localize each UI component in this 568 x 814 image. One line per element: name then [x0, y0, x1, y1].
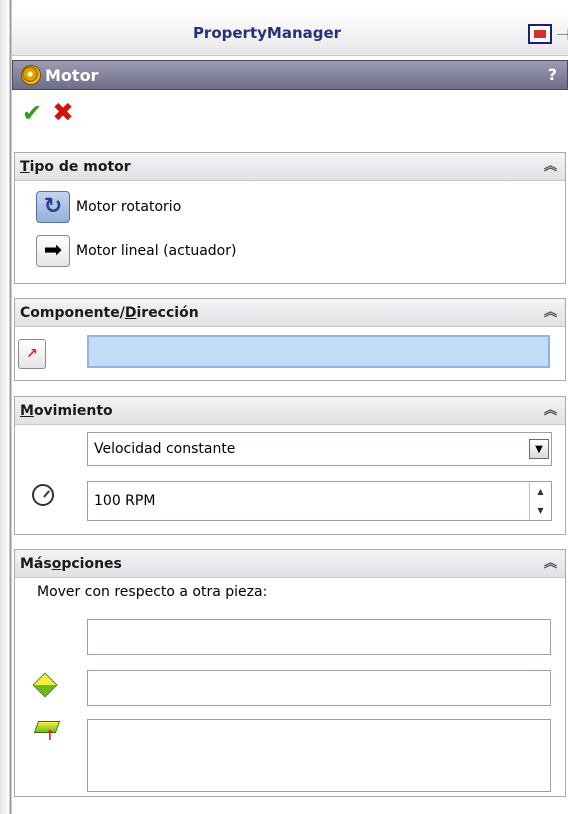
expand-panel-icon[interactable]: [528, 24, 552, 44]
property-manager-header: PropertyManager ⊣: [12, 14, 568, 56]
linear-motor-arrow-icon: ➡: [43, 238, 63, 263]
panel-left-edge: [0, 0, 12, 814]
group-movement-header[interactable]: Movimiento ︽: [15, 397, 565, 425]
motion-type-select[interactable]: Velocidad constante ▼: [87, 432, 552, 466]
face-select-icon: ↑: [33, 721, 61, 743]
feature-title: Motor: [45, 65, 99, 85]
option-rotary-motor[interactable]: ↻ Motor rotatorio: [36, 191, 181, 223]
chevron-down-icon[interactable]: ▼: [529, 439, 549, 459]
relative-part-field[interactable]: [87, 619, 551, 655]
collapse-chevron-icon[interactable]: ︽: [544, 404, 557, 417]
speed-spinner[interactable]: ▲ ▼: [529, 482, 551, 520]
property-manager-title: PropertyManager: [192, 24, 342, 42]
motion-type-value: Velocidad constante: [94, 441, 236, 457]
group-more-options-header[interactable]: Más o pciones ︽: [15, 550, 565, 578]
option-linear-motor[interactable]: ➡ Motor lineal (actuador): [36, 235, 236, 267]
linear-motor-label: Motor lineal (actuador): [76, 243, 237, 259]
spin-up-icon[interactable]: ▲: [530, 482, 551, 501]
motor-gear-icon: [21, 65, 41, 85]
face-selection-list[interactable]: [87, 719, 551, 792]
speed-input[interactable]: 100 RPM ▲ ▼: [87, 481, 552, 521]
linear-motor-button[interactable]: ➡: [36, 235, 70, 267]
rotary-motor-button[interactable]: ↻: [36, 191, 70, 223]
collapse-chevron-icon[interactable]: ︽: [544, 557, 557, 570]
ok-check-icon[interactable]: ✔: [22, 101, 42, 125]
collapse-chevron-icon[interactable]: ︽: [544, 306, 557, 319]
reverse-direction-button[interactable]: ↗: [18, 339, 46, 369]
speed-value: 100 RPM: [94, 493, 156, 509]
spin-down-icon[interactable]: ▼: [530, 501, 551, 520]
collapse-chevron-icon[interactable]: ︽: [544, 160, 557, 173]
component-selection-box[interactable]: [87, 335, 550, 368]
pin-icon[interactable]: ⊣: [556, 25, 568, 44]
help-icon[interactable]: ?: [548, 65, 557, 84]
rotary-motor-icon: ↻: [43, 194, 63, 219]
action-buttons: ✔ ✖: [22, 100, 74, 126]
speedometer-icon: [32, 484, 54, 506]
component-field[interactable]: [87, 670, 551, 706]
cancel-x-icon[interactable]: ✖: [52, 100, 74, 126]
relative-part-label: Mover con respecto a otra pieza:: [37, 584, 268, 600]
group-component-direction-header[interactable]: Componente/Dirección ︽: [15, 299, 565, 327]
direction-arrow-icon: ↗: [26, 346, 38, 362]
rotary-motor-label: Motor rotatorio: [76, 199, 182, 215]
group-motor-type-header[interactable]: Tipo de motor ︽: [15, 153, 565, 181]
feature-title-bar: Motor ?: [12, 60, 568, 90]
